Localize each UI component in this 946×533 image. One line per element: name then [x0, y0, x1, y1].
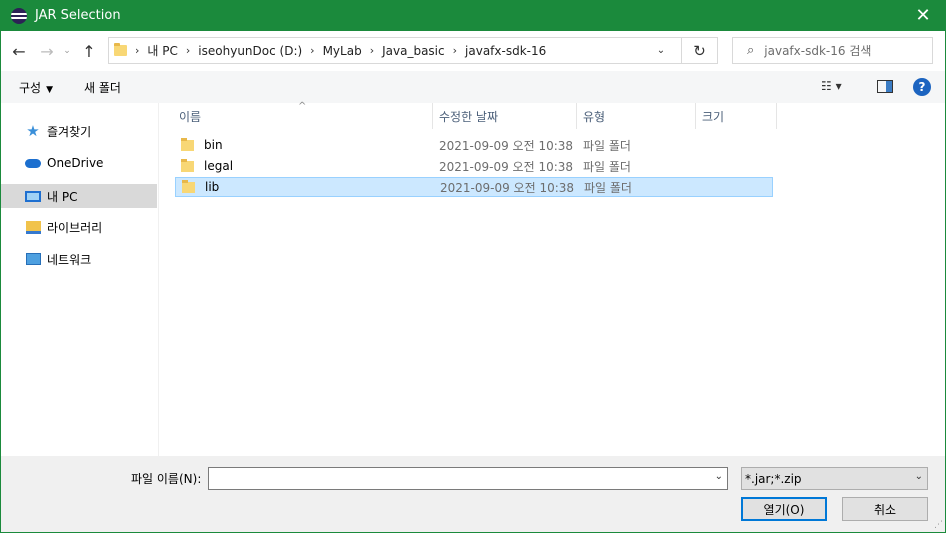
sidebar-item-this-pc[interactable]: 내 PC: [1, 184, 157, 208]
sidebar-item-label: 즐겨찾기: [47, 124, 92, 139]
window-title: JAR Selection: [35, 8, 121, 23]
breadcrumb-drive[interactable]: iseohyunDoc (D:): [198, 44, 302, 58]
toolbar: 구성 ▼ 새 폴더 ☷ ▾ ?: [1, 71, 945, 103]
breadcrumb-pc[interactable]: 내 PC: [147, 42, 177, 59]
file-name: legal: [204, 159, 234, 173]
refresh-icon[interactable]: ↻: [681, 38, 717, 63]
search-placeholder: javafx-sdk-16 검색: [764, 44, 872, 58]
file-type: 파일 폴더: [584, 180, 632, 195]
library-icon: [25, 220, 41, 234]
breadcrumb-javafx-sdk[interactable]: javafx-sdk-16: [465, 44, 546, 58]
open-button[interactable]: 열기(O): [741, 497, 827, 521]
cloud-icon: [25, 156, 41, 170]
file-row[interactable]: bin 2021-09-09 오전 10:38 파일 폴더: [175, 135, 773, 155]
file-list: ^ 이름 수정한 날짜 유형 크기 bin 2021-09-09 오전 10:3…: [160, 101, 945, 456]
caret-down-icon: ▼: [46, 84, 54, 95]
file-row-selected[interactable]: lib 2021-09-09 오전 10:38 파일 폴더: [175, 177, 773, 197]
help-icon[interactable]: ?: [913, 78, 931, 96]
sidebar-item-label: 네트워크: [47, 252, 92, 267]
star-icon: ★: [26, 122, 40, 140]
resize-grip-icon[interactable]: ⋰: [934, 520, 943, 530]
eclipse-app-icon: [11, 7, 27, 24]
chevron-right-icon: ›: [452, 44, 458, 57]
column-header-size[interactable]: 크기: [696, 103, 777, 129]
organize-label: 구성: [19, 80, 42, 95]
folder-icon: [181, 137, 194, 151]
bottom-pane: 파일 이름(N): ⌄ *.jar;*.zip ⌄ 열기(O) 취소 ⋰: [1, 456, 945, 532]
search-icon: ⌕: [747, 43, 755, 58]
file-name: bin: [204, 138, 223, 152]
chevron-right-icon: ›: [135, 44, 140, 57]
sidebar-item-label: 내 PC: [47, 189, 78, 204]
sidebar-item-label: 라이브러리: [47, 220, 103, 235]
chevron-right-icon: ›: [369, 44, 375, 57]
file-type: 파일 폴더: [583, 138, 631, 153]
file-row[interactable]: legal 2021-09-09 오전 10:38 파일 폴더: [175, 156, 773, 176]
sidebar-item-quick-access[interactable]: ★ 즐겨찾기: [1, 119, 157, 143]
title-bar: JAR Selection ✕: [0, 0, 946, 31]
filename-field[interactable]: ⌄: [208, 467, 728, 490]
folder-icon: [181, 158, 194, 172]
navigation-pane: ★ 즐겨찾기 OneDrive 내 PC 라이브러리 네트워크: [1, 103, 159, 456]
network-icon: [25, 252, 41, 266]
column-headers: ^ 이름 수정한 날짜 유형 크기: [160, 101, 945, 129]
view-options-icon[interactable]: ☷ ▾: [821, 79, 842, 93]
breadcrumb-java-basic[interactable]: Java_basic: [382, 44, 445, 58]
chevron-down-icon: ⌄: [914, 471, 923, 482]
column-header-type[interactable]: 유형: [577, 103, 696, 129]
sidebar-item-network[interactable]: 네트워크: [1, 247, 157, 271]
file-type: 파일 폴더: [583, 159, 631, 174]
chevron-right-icon: ›: [185, 44, 191, 57]
close-button[interactable]: ✕: [900, 0, 946, 31]
file-date: 2021-09-09 오전 10:38: [439, 159, 574, 174]
search-input[interactable]: ⌕ javafx-sdk-16 검색: [732, 37, 933, 64]
breadcrumb-mylab[interactable]: MyLab: [323, 44, 362, 58]
organize-button[interactable]: 구성 ▼: [19, 79, 53, 96]
navigation-row: ← → ⌄ ↑ › 내 PC › iseohyunDoc (D:) › MyLa…: [1, 31, 945, 71]
sidebar-item-libraries[interactable]: 라이브러리: [1, 215, 157, 239]
pc-icon: [25, 189, 41, 203]
chevron-right-icon: ›: [310, 44, 315, 57]
column-header-name[interactable]: 이름: [173, 103, 433, 129]
sidebar-item-onedrive[interactable]: OneDrive: [1, 151, 157, 175]
file-date: 2021-09-09 오전 10:38: [439, 138, 574, 153]
file-date: 2021-09-09 오전 10:38: [440, 180, 575, 195]
filter-value: *.jar;*.zip: [745, 471, 802, 486]
folder-icon: [182, 179, 195, 193]
chevron-down-icon[interactable]: ⌄: [715, 471, 723, 482]
file-type-filter-select[interactable]: *.jar;*.zip ⌄: [741, 467, 928, 490]
filename-label: 파일 이름(N):: [131, 472, 202, 486]
cancel-button[interactable]: 취소: [842, 497, 928, 521]
chevron-down-icon[interactable]: ⌄: [651, 38, 671, 63]
forward-arrow-icon[interactable]: →: [35, 39, 59, 63]
preview-pane-icon[interactable]: [877, 80, 893, 93]
new-folder-button[interactable]: 새 폴더: [84, 79, 121, 96]
up-arrow-icon[interactable]: ↑: [77, 39, 101, 63]
folder-icon: [114, 43, 127, 56]
recent-locations-chevron-icon[interactable]: ⌄: [59, 39, 75, 63]
sidebar-item-label: OneDrive: [47, 156, 104, 170]
file-name: lib: [205, 180, 220, 194]
address-bar[interactable]: › 내 PC › iseohyunDoc (D:) › MyLab › Java…: [108, 37, 718, 64]
column-header-date[interactable]: 수정한 날짜: [433, 103, 577, 129]
back-arrow-icon[interactable]: ←: [7, 39, 31, 63]
